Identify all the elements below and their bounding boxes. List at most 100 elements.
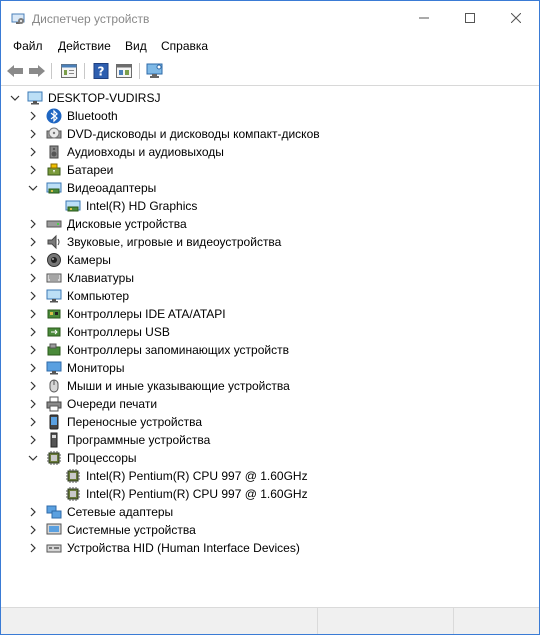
toolbar-separator — [139, 63, 140, 79]
help-button[interactable]: ? — [91, 61, 111, 81]
toolbar-separator — [84, 63, 85, 79]
chevron-right-icon[interactable] — [27, 326, 39, 338]
tree-category[interactable]: Процессоры — [1, 449, 539, 467]
tree-category-label: Мыши и иные указывающие устройства — [67, 379, 290, 393]
display-adapter-icon — [46, 182, 62, 194]
tree-category-label: Очереди печати — [67, 397, 158, 411]
device-tree: DESKTOP-VUDIRSJ Bluetooth DVD-дисководы и… — [1, 87, 539, 607]
chevron-right-icon[interactable] — [27, 380, 39, 392]
chevron-right-icon[interactable] — [27, 524, 39, 536]
close-icon — [511, 13, 521, 23]
chevron-right-icon[interactable] — [27, 128, 39, 140]
tree-device-label: Intel(R) Pentium(R) CPU 997 @ 1.60GHz — [86, 469, 308, 483]
tree-category[interactable]: Компьютер — [1, 287, 539, 305]
tree-category-label: Компьютер — [67, 289, 130, 303]
tree-category[interactable]: Мониторы — [1, 359, 539, 377]
tree-category-label: Системные устройства — [67, 523, 196, 537]
close-button[interactable] — [493, 1, 539, 35]
chevron-right-icon[interactable] — [27, 254, 39, 266]
tree-root[interactable]: DESKTOP-VUDIRSJ — [1, 89, 539, 107]
maximize-button[interactable] — [447, 1, 493, 35]
tree-category[interactable]: Видеоадаптеры — [1, 179, 539, 197]
display-adapter-icon — [65, 200, 81, 212]
chevron-down-icon[interactable] — [27, 182, 39, 194]
tree-category[interactable]: Контроллеры IDE ATA/ATAPI — [1, 305, 539, 323]
tree-category[interactable]: Bluetooth — [1, 107, 539, 125]
tree-device[interactable]: Intel(R) HD Graphics — [1, 197, 539, 215]
chevron-right-icon[interactable] — [27, 434, 39, 446]
chevron-right-icon[interactable] — [27, 236, 39, 248]
keyboard-icon — [46, 273, 62, 283]
tree-category[interactable]: Очереди печати — [1, 395, 539, 413]
properties-button[interactable] — [59, 61, 79, 81]
tree-category[interactable]: Дисковые устройства — [1, 215, 539, 233]
tree-category-label: Переносные устройства — [67, 415, 203, 429]
tree-device[interactable]: Intel(R) Pentium(R) CPU 997 @ 1.60GHz — [1, 485, 539, 503]
tree-category[interactable]: Батареи — [1, 161, 539, 179]
chevron-right-icon[interactable] — [27, 398, 39, 410]
bluetooth-icon — [46, 108, 62, 124]
tree-device[interactable]: Intel(R) Pentium(R) CPU 997 @ 1.60GHz — [1, 467, 539, 485]
tree-category[interactable]: Сетевые адаптеры — [1, 503, 539, 521]
chevron-right-icon[interactable] — [27, 362, 39, 374]
back-button[interactable] — [5, 61, 25, 81]
speaker-icon — [49, 145, 59, 159]
chevron-down-icon[interactable] — [9, 92, 21, 104]
chevron-right-icon[interactable] — [27, 110, 39, 122]
tree-category-label: Контроллеры IDE ATA/ATAPI — [67, 307, 226, 321]
chevron-right-icon[interactable] — [27, 416, 39, 428]
maximize-icon — [465, 13, 475, 23]
chevron-right-icon[interactable] — [27, 506, 39, 518]
chevron-right-icon[interactable] — [27, 164, 39, 176]
tree-category[interactable]: Переносные устройства — [1, 413, 539, 431]
chevron-down-icon[interactable] — [27, 452, 39, 464]
scan-hardware-button[interactable] — [145, 61, 165, 81]
chevron-right-icon[interactable] — [27, 146, 39, 158]
status-divider — [453, 608, 454, 634]
tree-category[interactable]: Устройства HID (Human Interface Devices) — [1, 539, 539, 557]
tree-category[interactable]: Системные устройства — [1, 521, 539, 539]
tree-category[interactable]: Мыши и иные указывающие устройства — [1, 377, 539, 395]
tree-root-label: DESKTOP-VUDIRSJ — [48, 91, 161, 105]
forward-button[interactable] — [27, 61, 47, 81]
tree-category[interactable]: Контроллеры USB — [1, 323, 539, 341]
tree-category-label: Клавиатуры — [67, 271, 134, 285]
chevron-right-icon[interactable] — [27, 308, 39, 320]
network-adapter-icon — [46, 505, 62, 519]
menu-help[interactable]: Справка — [161, 39, 208, 53]
chevron-right-icon[interactable] — [27, 290, 39, 302]
tree-category-label: Батареи — [67, 163, 114, 177]
chevron-right-icon[interactable] — [27, 272, 39, 284]
menu-bar: Файл Действие Вид Справка — [1, 35, 539, 57]
tree-category-label: Звуковые, игровые и видеоустройства — [67, 235, 282, 249]
tree-category[interactable]: Аудиовходы и аудиовыходы — [1, 143, 539, 161]
tree-category[interactable]: Клавиатуры — [1, 269, 539, 287]
chevron-right-icon[interactable] — [27, 542, 39, 554]
menu-view[interactable]: Вид — [125, 39, 147, 53]
chevron-right-icon[interactable] — [27, 344, 39, 356]
title-bar[interactable]: Диспетчер устройств — [1, 1, 539, 35]
software-device-icon — [50, 432, 58, 448]
show-hidden-button[interactable] — [114, 61, 134, 81]
battery-icon — [47, 163, 61, 176]
menu-action[interactable]: Действие — [58, 39, 111, 53]
tree-device-label: Intel(R) HD Graphics — [86, 199, 198, 213]
system-device-icon — [46, 523, 62, 535]
minimize-button[interactable] — [401, 1, 447, 35]
tree-category-label: Видеоадаптеры — [67, 181, 157, 195]
computer-icon — [27, 91, 43, 105]
tree-category[interactable]: Камеры — [1, 251, 539, 269]
tree-category[interactable]: DVD-дисководы и дисководы компакт-дисков — [1, 125, 539, 143]
back-icon — [7, 65, 23, 77]
storage-controller-icon — [47, 343, 61, 356]
chevron-right-icon[interactable] — [27, 218, 39, 230]
help-icon: ? — [93, 63, 109, 79]
tree-category-label: Bluetooth — [67, 109, 118, 123]
tree-category[interactable]: Звуковые, игровые и видеоустройства — [1, 233, 539, 251]
toolbar: ? — [1, 57, 539, 86]
tree-category[interactable]: Контроллеры запоминающих устройств — [1, 341, 539, 359]
ide-controller-icon — [47, 309, 61, 319]
tree-category[interactable]: Программные устройства — [1, 431, 539, 449]
tree-category-label: Камеры — [67, 253, 111, 267]
menu-file[interactable]: Файл — [13, 39, 43, 53]
